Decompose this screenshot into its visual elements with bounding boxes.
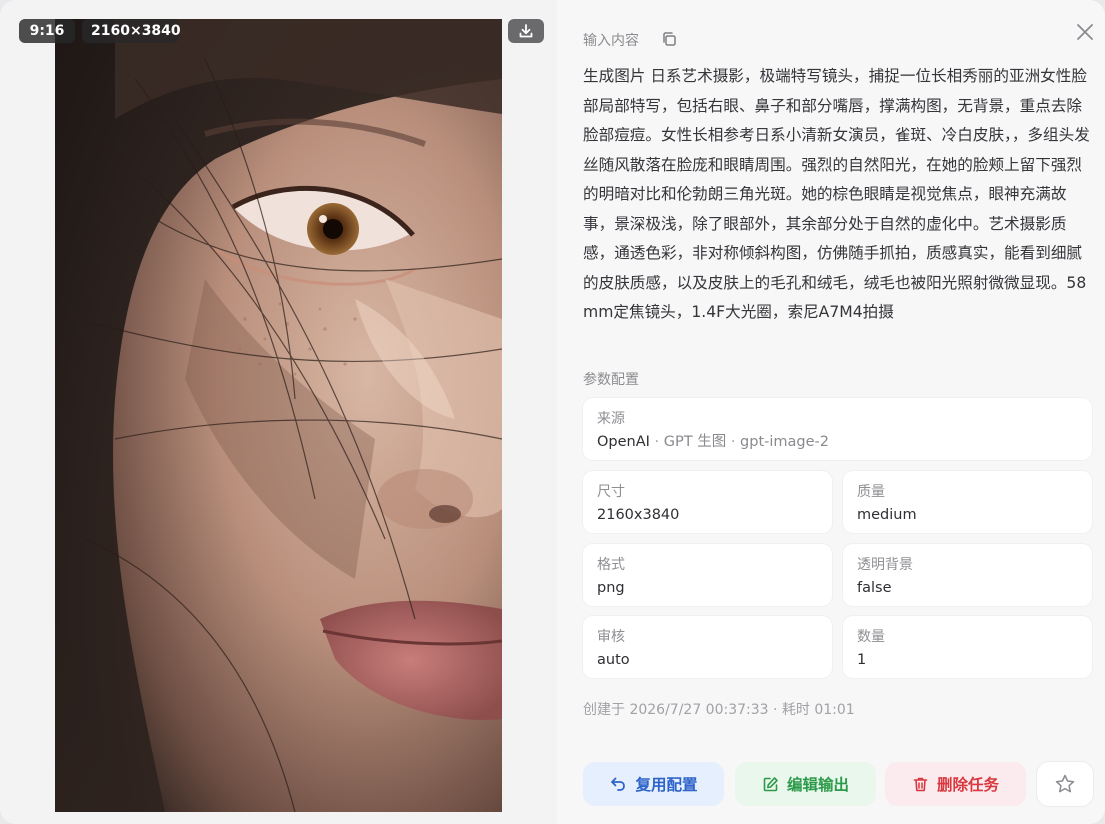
param-value: 2160x3840 [597, 507, 680, 523]
resolution-badge: 2160×3840 [82, 19, 181, 43]
param-label: 质量 [857, 484, 885, 500]
star-icon [1055, 774, 1075, 793]
edit-icon [763, 776, 778, 791]
trash-icon [913, 777, 928, 791]
generated-image[interactable] [55, 19, 502, 812]
source-value: OpenAI · GPT 生图 · gpt-image-2 [597, 431, 1078, 453]
param-value: medium [857, 507, 917, 523]
param-label: 尺寸 [597, 484, 625, 500]
source-sep: · [726, 434, 741, 450]
image-preview-panel: 9:16 2160×3840 [0, 0, 557, 824]
input-section-title: 输入内容 [583, 33, 639, 49]
param-value: png [597, 580, 625, 596]
param-value: 1 [857, 652, 867, 668]
source-mode: GPT 生图 [663, 434, 727, 450]
source-card: 来源 OpenAI · GPT 生图 · gpt-image-2 [583, 398, 1092, 460]
param-card-size: 尺寸 2160x3840 [583, 471, 832, 533]
param-card-count: 数量 1 [843, 616, 1092, 678]
param-label: 数量 [857, 629, 885, 645]
source-provider: OpenAI [597, 434, 650, 450]
param-label: 透明背景 [857, 557, 913, 573]
download-icon [519, 24, 533, 38]
edit-output-label: 编辑输出 [786, 776, 849, 794]
favorite-button[interactable] [1037, 762, 1093, 806]
prompt-text: 生成图片 日系艺术摄影，极端特写镜头，捕捉一位长相秀丽的亚洲女性脸部局部特写，包… [583, 67, 1090, 321]
details-panel: 输入内容 生成图片 日系艺术摄影，极端特写镜头，捕捉一位长相秀丽的亚洲女性脸部局… [557, 0, 1105, 824]
param-card-moderation: 审核 auto [583, 616, 832, 678]
param-card-format: 格式 png [583, 544, 832, 606]
aspect-ratio-badge: 9:16 [19, 19, 75, 43]
param-value: auto [597, 652, 630, 668]
source-sep: · [649, 434, 664, 450]
param-label: 格式 [597, 557, 625, 573]
reuse-config-button[interactable]: 复用配置 [583, 762, 724, 806]
source-label: 来源 [597, 411, 625, 427]
delete-task-label: 删除任务 [936, 776, 999, 794]
close-icon [1077, 24, 1093, 40]
copy-icon [663, 32, 676, 46]
created-meta: 创建于 2026/7/27 00:37:33 · 耗时 01:01 [583, 702, 855, 718]
download-button[interactable] [508, 19, 544, 43]
reuse-config-label: 复用配置 [635, 776, 698, 794]
delete-task-button[interactable]: 删除任务 [885, 762, 1026, 806]
undo-arrow-icon [611, 777, 626, 791]
close-button[interactable] [1074, 21, 1096, 43]
source-model: gpt-image-2 [740, 434, 829, 450]
param-card-quality: 质量 medium [843, 471, 1092, 533]
params-section-title: 参数配置 [583, 372, 639, 388]
copy-prompt-button[interactable] [661, 31, 677, 51]
image-detail-modal: 9:16 2160×3840 输入内容 生成图片 日系艺术摄影，极端特写镜头，捕… [0, 0, 1105, 824]
param-label: 审核 [597, 629, 625, 645]
edit-output-button[interactable]: 编辑输出 [735, 762, 876, 806]
param-card-transparent-bg: 透明背景 false [843, 544, 1092, 606]
param-value: false [857, 580, 892, 596]
